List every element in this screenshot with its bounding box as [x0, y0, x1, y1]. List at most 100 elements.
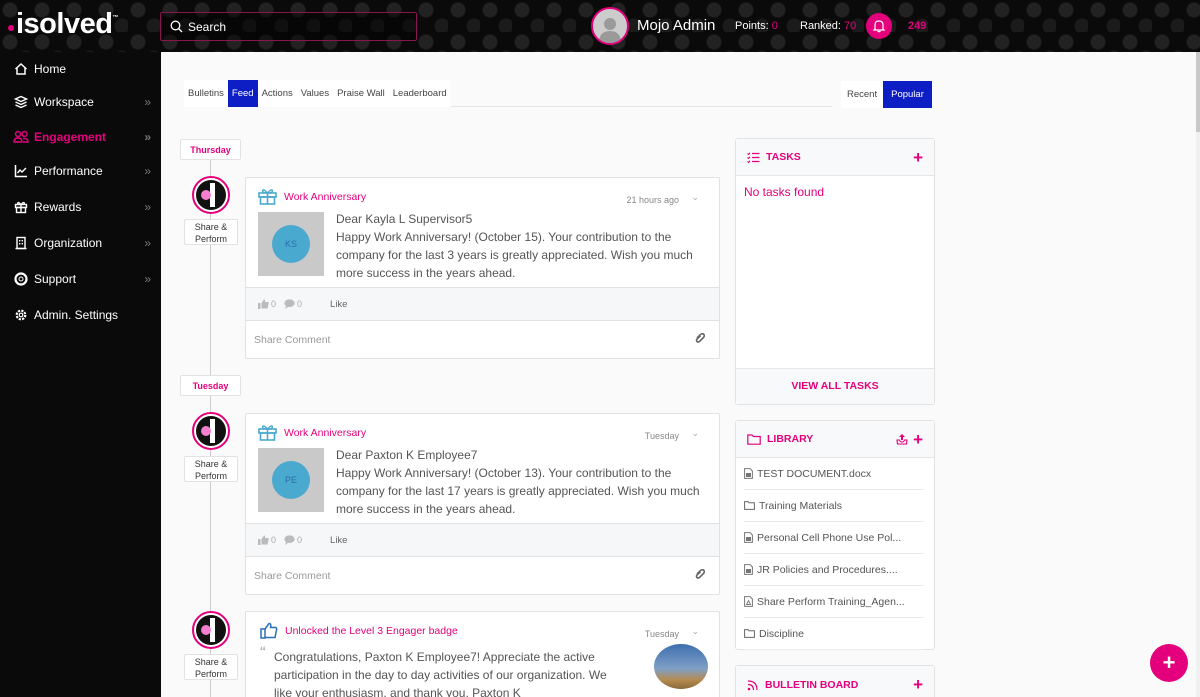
upload-icon[interactable] — [896, 433, 908, 448]
rss-icon — [747, 679, 759, 691]
post-type[interactable]: Work Anniversary — [284, 191, 366, 203]
sort-popular-button[interactable]: Popular — [883, 81, 932, 108]
library-item-document[interactable]: TEST DOCUMENT.docx — [744, 458, 924, 490]
user-name[interactable]: Mojo Admin — [637, 17, 715, 34]
feed-post: Work Anniversary 21 hours ago ⌄ KS Dear … — [245, 177, 720, 359]
comment-count: 0 — [297, 535, 303, 545]
tab-values[interactable]: Values — [296, 80, 334, 107]
library-item-document[interactable]: Personal Cell Phone Use Pol... — [744, 522, 924, 554]
add-bulletin-button[interactable]: + — [913, 675, 923, 695]
share-perform-logo-icon — [196, 180, 226, 210]
sidebar-item-workspace[interactable]: Workspace » — [0, 88, 161, 116]
post-menu-chevron-icon[interactable]: ⌄ — [691, 626, 699, 637]
notifications-button[interactable] — [866, 13, 892, 39]
recipient-initials: PE — [272, 461, 310, 499]
isolved-logo[interactable]: isolved ™ — [8, 8, 118, 41]
ranked-label: Ranked: — [800, 20, 841, 32]
post-menu-chevron-icon[interactable]: ⌄ — [691, 192, 699, 203]
share-perform-label: Share & Perform — [184, 654, 238, 680]
notification-count[interactable]: 249 — [908, 20, 926, 32]
comment-icon[interactable] — [284, 299, 295, 309]
like-button[interactable]: Like — [330, 535, 347, 546]
library-item-name: TEST DOCUMENT.docx — [757, 467, 872, 480]
sidebar-item-support[interactable]: Support » — [0, 265, 161, 293]
post-time: Tuesday — [644, 629, 679, 639]
post-header: Unlocked the Level 3 Engager badge — [260, 622, 458, 639]
post-greeting: Dear Kayla L Supervisor5 — [336, 212, 473, 226]
user-avatar[interactable] — [591, 7, 629, 45]
comment-input[interactable] — [254, 327, 710, 353]
library-title: LIBRARY — [767, 433, 814, 445]
layers-icon — [13, 94, 29, 110]
sidebar-item-rewards[interactable]: Rewards » — [0, 193, 161, 221]
post-header: Work Anniversary — [258, 424, 366, 441]
sort-recent-button[interactable]: Recent — [841, 81, 884, 108]
tab-feed[interactable]: Feed — [227, 80, 258, 107]
gift-icon — [13, 199, 29, 215]
sidebar-item-label: Support — [34, 272, 77, 286]
add-library-item-button[interactable]: + — [913, 430, 923, 450]
comment-input[interactable] — [254, 563, 710, 589]
library-item-name: Training Materials — [759, 499, 843, 512]
feed-tabs: Bulletins Feed Actions Values Praise Wal… — [184, 80, 832, 107]
tasks-panel: TASKS + No tasks found VIEW ALL TASKS — [735, 138, 935, 405]
double-chevron-icon: » — [144, 130, 151, 144]
comment-count: 0 — [297, 299, 303, 309]
search-icon — [170, 20, 183, 33]
thumbs-up-icon[interactable] — [258, 535, 269, 545]
sidebar-item-engagement[interactable]: Engagement » — [0, 123, 161, 151]
double-chevron-icon: » — [144, 272, 151, 286]
points-value: 0 — [771, 20, 778, 32]
library-item-folder[interactable]: Training Materials — [744, 490, 924, 522]
sidebar-item-organization[interactable]: Organization » — [0, 229, 161, 257]
home-icon — [13, 61, 29, 77]
tab-praise-wall[interactable]: Praise Wall — [333, 80, 389, 107]
folder-icon — [747, 433, 761, 445]
scrollbar-thumb[interactable] — [1196, 52, 1200, 132]
post-menu-chevron-icon[interactable]: ⌄ — [691, 428, 699, 439]
post-type[interactable]: Unlocked the Level 3 Engager badge — [285, 625, 458, 637]
library-item-folder[interactable]: Discipline — [744, 618, 924, 650]
like-count: 0 — [271, 299, 277, 309]
library-item-pdf[interactable]: Share Perform Training_Agen... — [744, 586, 924, 618]
paperclip-icon[interactable] — [695, 569, 705, 579]
lifebuoy-icon — [13, 271, 29, 287]
tab-actions[interactable]: Actions — [257, 80, 297, 107]
share-perform-avatar[interactable] — [192, 412, 230, 450]
sidebar-item-home[interactable]: Home — [0, 55, 161, 83]
view-all-tasks-button[interactable]: VIEW ALL TASKS — [736, 368, 934, 404]
post-message: Happy Work Anniversary! (October 15). Yo… — [336, 230, 693, 280]
post-body: Dear Paxton K Employee7 Happy Work Anniv… — [336, 446, 706, 518]
tasks-empty-message: No tasks found — [744, 185, 825, 199]
share-perform-avatar[interactable] — [192, 176, 230, 214]
search-box[interactable] — [160, 12, 417, 41]
user-silhouette-icon — [599, 18, 621, 43]
day-label: Tuesday — [180, 375, 241, 396]
post-type[interactable]: Work Anniversary — [284, 427, 366, 439]
bulletin-board-panel: BULLETIN BOARD + — [735, 665, 935, 697]
points-label: Points: — [735, 20, 769, 32]
tab-leaderboard[interactable]: Leaderboard — [388, 80, 451, 107]
sidebar-item-admin-settings[interactable]: Admin. Settings — [0, 301, 161, 329]
word-document-icon — [744, 532, 753, 543]
post-actions: 0 0 Like — [246, 523, 719, 557]
bell-icon — [872, 20, 886, 33]
badge-image — [654, 644, 708, 689]
like-button[interactable]: Like — [330, 299, 347, 310]
library-item-document[interactable]: JR Policies and Procedures.... — [744, 554, 924, 586]
post-time: Tuesday — [644, 431, 679, 441]
share-perform-avatar[interactable] — [192, 611, 230, 649]
word-document-icon — [744, 468, 753, 479]
floating-add-button[interactable]: + — [1150, 644, 1188, 682]
sidebar-item-performance[interactable]: Performance » — [0, 157, 161, 185]
add-task-button[interactable]: + — [913, 148, 923, 168]
page-scrollbar[interactable] — [1196, 52, 1200, 697]
paperclip-icon[interactable] — [695, 333, 705, 343]
thumbs-up-icon[interactable] — [258, 299, 269, 309]
post-header: Work Anniversary — [258, 188, 366, 205]
search-input[interactable] — [188, 19, 408, 34]
comment-icon[interactable] — [284, 535, 295, 545]
folder-icon — [744, 629, 755, 638]
tab-bulletins[interactable]: Bulletins — [184, 80, 228, 107]
sidebar-item-label: Engagement — [34, 130, 107, 144]
